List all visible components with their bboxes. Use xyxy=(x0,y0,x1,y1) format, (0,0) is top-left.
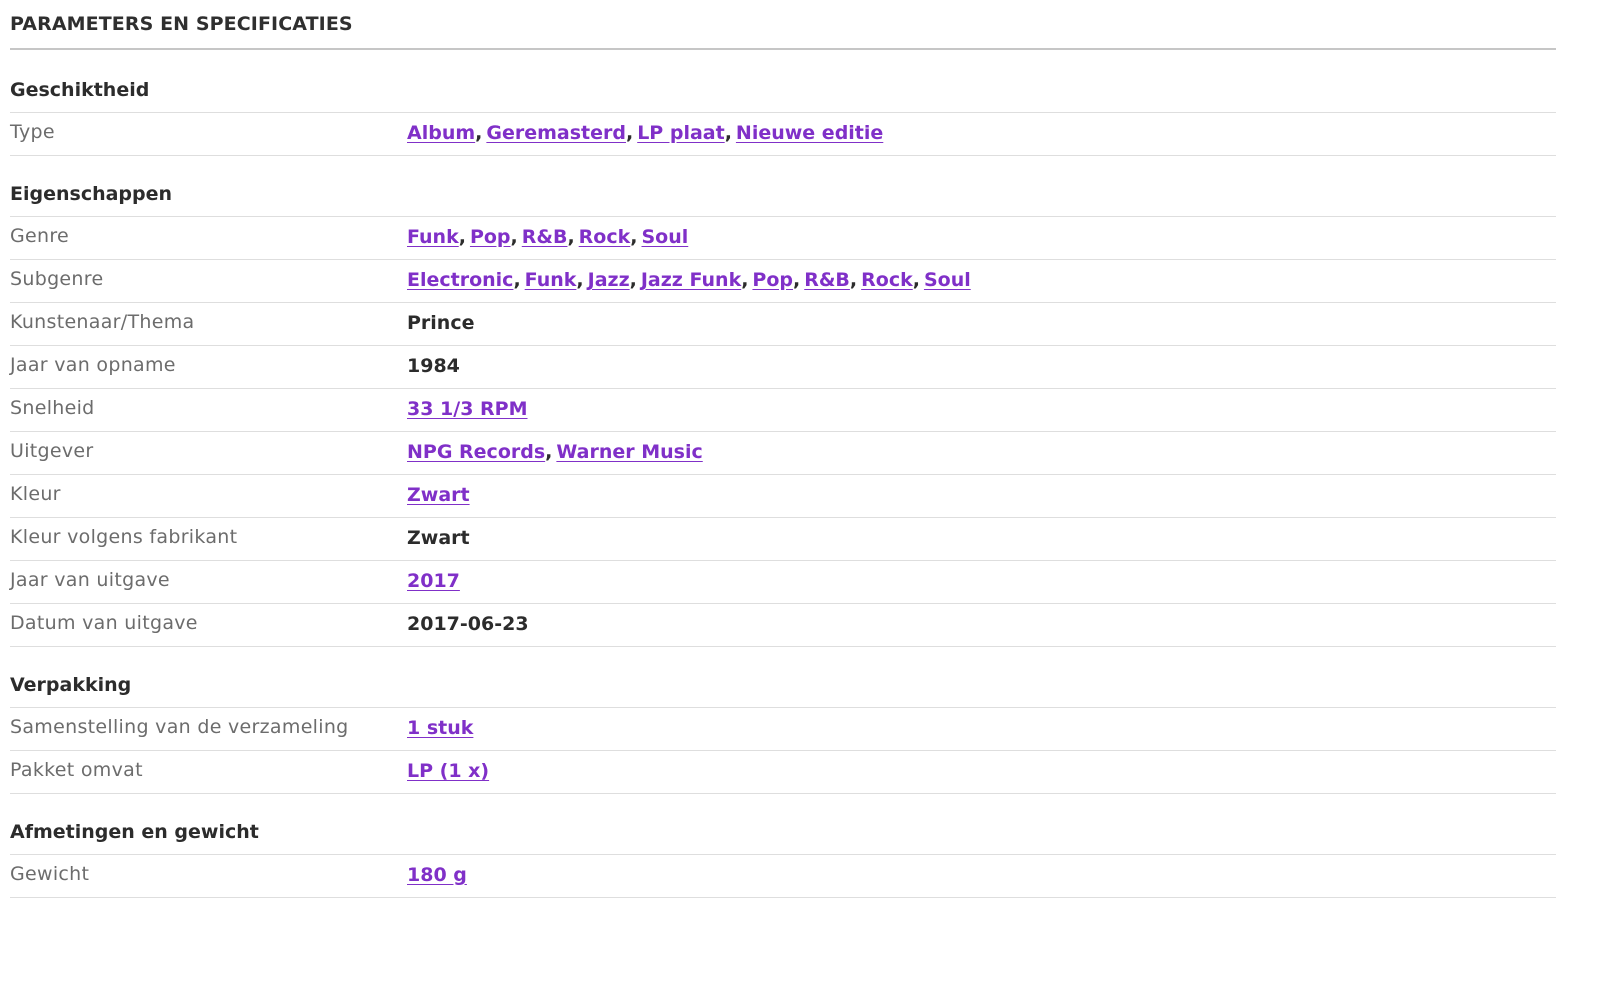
spec-row-subgenre: Subgenre Electronic, Funk, Jazz, Jazz Funk, P… xyxy=(10,260,1556,303)
spec-label: Jaar van uitgave xyxy=(10,569,170,591)
section-geschiktheid: Geschiktheid Type Album, Geremasterd, LP pla… xyxy=(10,73,1556,156)
spec-link-soul[interactable]: Soul xyxy=(641,226,688,248)
spec-link-album[interactable]: Album xyxy=(407,122,475,144)
spec-link-r-b[interactable]: R&B xyxy=(804,269,850,291)
spec-row-kunstenaar-thema: Kunstenaar/Thema Prince xyxy=(10,303,1556,346)
spec-label: Genre xyxy=(10,225,70,247)
section-title: Verpakking xyxy=(10,668,1556,708)
spec-link-lp-1-x[interactable]: LP (1 x) xyxy=(407,760,489,782)
spec-row-snelheid: Snelheid 33 1/3 RPM xyxy=(10,389,1556,432)
spec-label: Jaar van opname xyxy=(10,354,176,376)
section-title: Geschiktheid xyxy=(10,73,1556,113)
spec-link-180-g[interactable]: 180 g xyxy=(407,864,467,886)
spec-link-pop[interactable]: Pop xyxy=(752,269,793,291)
section-title: Eigenschappen xyxy=(10,177,1556,217)
value-separator: , xyxy=(629,269,637,291)
spec-value: 33 1/3 RPM xyxy=(407,389,1556,420)
spec-row-kleur: Kleur Zwart xyxy=(10,475,1556,518)
spec-link-1-stuk[interactable]: 1 stuk xyxy=(407,717,473,739)
spec-value: LP (1 x) xyxy=(407,751,1556,782)
spec-label: Uitgever xyxy=(10,440,94,462)
spec-row-datum-van-uitgave: Datum van uitgave 2017-06-23 xyxy=(10,604,1556,647)
value-separator: , xyxy=(458,226,466,248)
spec-value: 180 g xyxy=(407,855,1556,886)
spec-value: 2017 xyxy=(407,561,1556,592)
value-separator: , xyxy=(576,269,584,291)
spec-link-geremasterd[interactable]: Geremasterd xyxy=(486,122,626,144)
spec-row-uitgever: Uitgever NPG Records, Warner Music xyxy=(10,432,1556,475)
spec-link-nieuwe-editie[interactable]: Nieuwe editie xyxy=(736,122,883,144)
spec-label: Datum van uitgave xyxy=(10,612,198,634)
spec-link-rock[interactable]: Rock xyxy=(579,226,631,248)
value-separator: , xyxy=(849,269,858,291)
spec-label: Subgenre xyxy=(10,268,104,290)
value-separator: , xyxy=(741,269,749,291)
page-title: PARAMETERS EN SPECIFICATIES xyxy=(10,0,1556,50)
spec-link-zwart[interactable]: Zwart xyxy=(407,484,470,506)
spec-value: NPG Records, Warner Music xyxy=(407,432,1556,463)
spec-value: Zwart xyxy=(407,475,1556,506)
spec-row-kleur-volgens-fabrikant: Kleur volgens fabrikant Zwart xyxy=(10,518,1556,561)
spec-link-warner-music[interactable]: Warner Music xyxy=(556,441,702,463)
spec-row-pakket-omvat: Pakket omvat LP (1 x) xyxy=(10,751,1556,794)
spec-link-soul[interactable]: Soul xyxy=(924,269,971,291)
value-separator: , xyxy=(630,226,638,248)
spec-label: Kleur volgens fabrikant xyxy=(10,526,238,548)
spec-link-2017[interactable]: 2017 xyxy=(407,570,460,592)
spec-link-funk[interactable]: Funk xyxy=(407,226,459,248)
value-separator: , xyxy=(545,441,553,463)
value-separator: , xyxy=(793,269,801,291)
spec-label: Kleur xyxy=(10,483,61,505)
spec-label: Gewicht xyxy=(10,863,90,885)
spec-label: Type xyxy=(10,121,55,143)
spec-label: Kunstenaar/Thema xyxy=(10,311,195,333)
spec-link-r-b[interactable]: R&B xyxy=(522,226,568,248)
spec-link-33-1-3-rpm[interactable]: 33 1/3 RPM xyxy=(407,398,528,420)
section-title: Afmetingen en gewicht xyxy=(10,815,1556,855)
spec-value: 1984 xyxy=(407,355,460,377)
value-separator: , xyxy=(625,122,634,144)
section-afmetingen-en-gewicht: Afmetingen en gewicht Gewicht 180 g xyxy=(10,815,1556,898)
specifications-list: Geschiktheid Type Album, Geremasterd, LP pla… xyxy=(10,73,1556,898)
spec-link-jazz-funk[interactable]: Jazz Funk xyxy=(641,269,741,291)
spec-value: Funk, Pop, R&B, Rock, Soul xyxy=(407,217,1556,248)
spec-link-electronic[interactable]: Electronic xyxy=(407,269,513,291)
spec-row-jaar-van-opname: Jaar van opname 1984 xyxy=(10,346,1556,389)
spec-label: Samenstelling van de verzameling xyxy=(10,716,349,738)
value-separator: , xyxy=(510,226,518,248)
spec-label: Pakket omvat xyxy=(10,759,143,781)
value-separator: , xyxy=(567,226,575,248)
spec-row-jaar-van-uitgave: Jaar van uitgave 2017 xyxy=(10,561,1556,604)
value-separator: , xyxy=(513,269,521,291)
spec-link-funk[interactable]: Funk xyxy=(525,269,577,291)
spec-link-rock[interactable]: Rock xyxy=(861,269,913,291)
spec-link-lp-plaat[interactable]: LP plaat xyxy=(637,122,725,144)
spec-link-npg-records[interactable]: NPG Records xyxy=(407,441,545,463)
section-eigenschappen: Eigenschappen Genre Funk, Pop, R&B, Rock, Soul… xyxy=(10,177,1556,647)
spec-value: Electronic, Funk, Jazz, Jazz Funk, Pop, R&B, R… xyxy=(407,260,1556,291)
value-separator: , xyxy=(724,122,732,144)
value-separator: , xyxy=(912,269,920,291)
spec-label: Snelheid xyxy=(10,397,95,419)
spec-value: Zwart xyxy=(407,527,470,549)
spec-row-samenstelling-van-de-verzameling: Samenstelling van de verzameling 1 stuk xyxy=(10,708,1556,751)
spec-value: 1 stuk xyxy=(407,708,1556,739)
value-separator: , xyxy=(475,122,483,144)
spec-value: Prince xyxy=(407,312,475,334)
spec-link-jazz[interactable]: Jazz xyxy=(588,269,630,291)
spec-link-pop[interactable]: Pop xyxy=(470,226,511,248)
specifications-panel: PARAMETERS EN SPECIFICATIES Geschiktheid… xyxy=(0,0,1611,992)
spec-row-genre: Genre Funk, Pop, R&B, Rock, Soul xyxy=(10,217,1556,260)
spec-value: 2017-06-23 xyxy=(407,613,529,635)
spec-value: Album, Geremasterd, LP plaat, Nieuwe editie xyxy=(407,113,1556,144)
spec-row-gewicht: Gewicht 180 g xyxy=(10,855,1556,898)
section-verpakking: Verpakking Samenstelling van de verzameli… xyxy=(10,668,1556,794)
spec-row-type: Type Album, Geremasterd, LP plaat, Nieuwe ed… xyxy=(10,113,1556,156)
